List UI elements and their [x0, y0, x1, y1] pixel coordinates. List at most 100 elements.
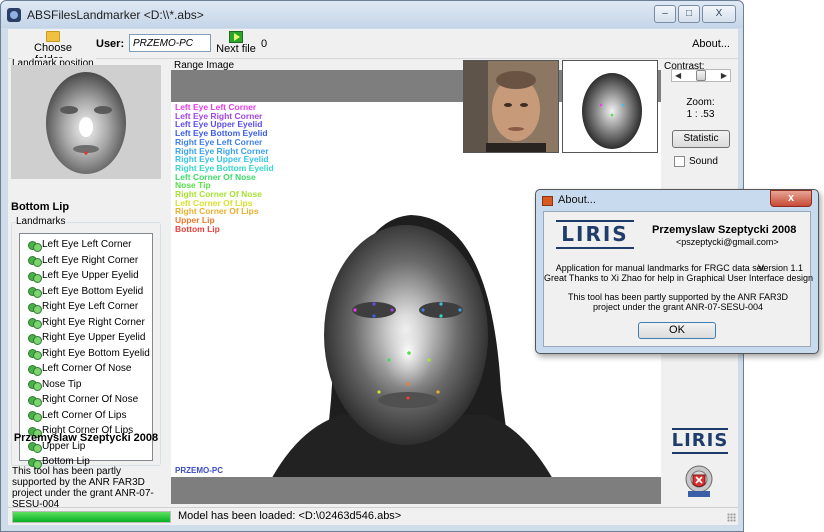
landmark-node-icon [28, 270, 42, 283]
status-text: Model has been loaded: <D:\02463d546.abs… [178, 510, 402, 522]
progress-bar [12, 511, 171, 523]
range-bottom-band [171, 477, 661, 504]
landmark-node-icon [28, 301, 42, 314]
landmark-list-item[interactable]: Right Eye Upper Eyelid [20, 330, 152, 346]
landmark-list-label: Left Eye Bottom Eyelid [42, 285, 144, 297]
landmark-list-label: Left Eye Left Corner [42, 239, 132, 251]
landmark-list-item[interactable]: Right Eye Bottom Eyelid [20, 346, 152, 362]
landmark-list-item[interactable]: Right Corner Of Nose [20, 392, 152, 408]
statistic-button[interactable]: Statistic [672, 130, 730, 148]
about-version: Version 1.1 [758, 263, 804, 273]
landmark-list-label: Nose Tip [42, 378, 82, 390]
user-input[interactable] [129, 34, 211, 52]
toolbar: Choose folder... User: Next file 0 About… [8, 29, 738, 66]
next-file-label: Next file [216, 43, 256, 55]
slider-right-arrow-icon[interactable]: ▶ [721, 71, 727, 80]
sound-checkbox-box[interactable] [674, 156, 685, 167]
range-user-tag: PRZEMO-PC [175, 466, 223, 475]
landmark-node-icon [28, 285, 42, 299]
landmark-list-item[interactable]: Right Eye Left Corner [20, 299, 152, 315]
current-landmark-label: Bottom Lip [11, 201, 70, 213]
landmark-node-icon [28, 409, 42, 423]
landmark-list-item[interactable]: Nose Tip [20, 377, 152, 393]
landmark-list-label: Left Eye Upper Eyelid [42, 270, 139, 282]
about-author: Przemyslaw Szeptycki 2008 [652, 224, 797, 236]
landmark-list-item[interactable]: Left Eye Left Corner [20, 237, 152, 253]
choose-folder-button[interactable]: Choose folder... [18, 30, 88, 66]
landmark-node-icon [28, 254, 42, 268]
legend-entry: Bottom Lip [175, 223, 220, 234]
about-dialog-body: LIRIS Przemyslaw Szeptycki 2008 <pszepty… [543, 211, 813, 347]
landmark-node-icon [28, 239, 42, 252]
about-dialog-title: About... [558, 194, 596, 206]
landmark-list-item[interactable]: Left Corner Of Lips [20, 408, 152, 424]
landmark-list-label: Right Eye Left Corner [42, 301, 139, 313]
next-arrow-icon [229, 31, 243, 43]
university-emblem-icon [685, 465, 713, 497]
landmarks-group-label: Landmarks [16, 216, 68, 227]
slider-left-arrow-icon[interactable]: ◀ [675, 71, 681, 80]
status-bar: Model has been loaded: <D:\02463d546.abs… [8, 507, 738, 525]
landmark-legend: Left Eye Left Corner Left Eye Right Corne… [175, 103, 274, 234]
user-label: User: [96, 38, 125, 50]
about-close-button[interactable]: x [770, 190, 812, 207]
landmark-list-label: Right Eye Right Corner [42, 316, 145, 328]
resize-grip-icon[interactable] [727, 513, 736, 522]
minimize-button[interactable]: – [654, 5, 676, 23]
left-panel: Landmark position Bottom Lip Landmarks L… [8, 58, 164, 522]
texture-thumbnail [463, 60, 559, 153]
landmark-list-item[interactable]: Left Eye Bottom Eyelid [20, 284, 152, 300]
landmark-node-icon [28, 363, 42, 376]
landmark-list-label: Left Eye Right Corner [42, 254, 139, 266]
next-file-button[interactable]: Next file [214, 30, 258, 58]
maximize-button[interactable]: □ [678, 5, 700, 23]
about-thanks: Great Thanks to Xi Zhao for help in Grap… [544, 273, 813, 283]
author-label: Przemyslaw Szeptycki 2008 [13, 432, 159, 444]
landmark-list-label: Left Corner Of Nose [42, 363, 132, 375]
landmark-list-item[interactable]: Right Eye Right Corner [20, 315, 152, 331]
liris-logo: LIRIS [668, 428, 732, 454]
zoom-value: 1 : .53 [686, 109, 715, 120]
file-counter: 0 [261, 38, 268, 50]
face-preview-image [46, 72, 126, 174]
close-button[interactable]: X [702, 5, 736, 23]
about-dialog: About... x LIRIS Przemyslaw Szeptycki 20… [535, 189, 819, 354]
landmark-list-label: Left Corner Of Lips [42, 409, 127, 421]
zoom-label: Zoom: [686, 97, 715, 108]
about-menu[interactable]: About... [692, 38, 730, 50]
progress-fill [13, 512, 170, 522]
range-thumbnail [562, 60, 658, 153]
about-liris-logo: LIRIS [554, 220, 636, 249]
title-bar: ABSFilesLandmarker <D:\\*.abs> – □ X [1, 1, 743, 28]
about-email: <pszeptycki@gmail.com> [676, 237, 779, 247]
landmark-list-item[interactable]: Left Corner Of Nose [20, 361, 152, 377]
window-title: ABSFilesLandmarker <D:\\*.abs> [27, 8, 204, 22]
landmark-node-icon [28, 332, 42, 345]
landmarks-list[interactable]: Left Eye Left Corner Left Eye Right Corne… [19, 233, 153, 469]
landmark-position-preview [11, 65, 161, 179]
landmark-list-label: Right Corner Of Nose [42, 394, 139, 406]
landmark-list-item[interactable]: Left Eye Right Corner [20, 253, 152, 269]
landmark-list-label: Right Eye Upper Eyelid [42, 332, 146, 344]
about-description: Application for manual landmarks for FRG… [555, 263, 765, 273]
landmarks-group: Landmarks Left Eye Left Corner Left Eye R… [11, 216, 161, 469]
landmark-list-label: Right Eye Bottom Eyelid [42, 347, 150, 359]
sound-checkbox[interactable]: Sound [674, 156, 718, 167]
landmark-node-icon [28, 394, 42, 407]
landmark-node-icon [28, 316, 42, 330]
landmark-list-item[interactable]: Left Eye Upper Eyelid [20, 268, 152, 284]
support-text: This tool has been partly supported by t… [12, 466, 154, 510]
photo-thumbnail-image [464, 61, 558, 152]
about-dialog-icon [542, 196, 553, 206]
about-support-line1: This tool has been partly supported by t… [567, 292, 789, 302]
landmark-node-icon [28, 347, 42, 361]
folder-icon [46, 31, 60, 42]
contrast-slider[interactable]: ◀ ▶ [671, 69, 731, 82]
slider-thumb[interactable] [696, 70, 706, 81]
about-support-line2: project under the grant ANR-07-SESU-004 [592, 302, 764, 312]
sound-label: Sound [689, 156, 718, 167]
landmark-node-icon [28, 378, 42, 392]
range-thumbnail-image [582, 73, 642, 149]
app-icon [7, 8, 21, 22]
about-ok-button[interactable]: OK [638, 322, 716, 339]
